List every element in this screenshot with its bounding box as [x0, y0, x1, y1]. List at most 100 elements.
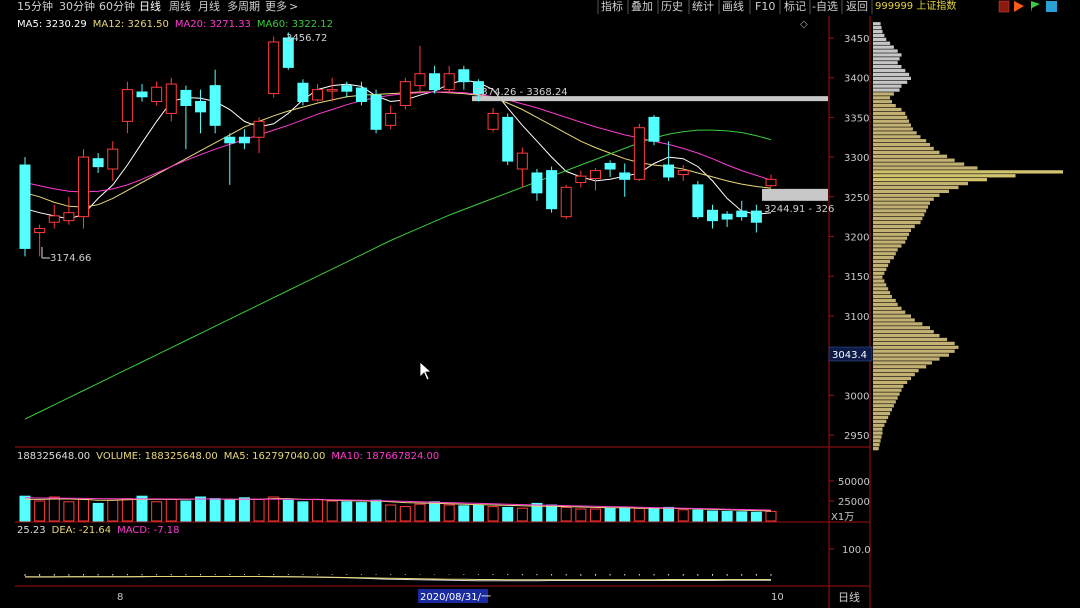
pdf-icon[interactable] — [998, 0, 1010, 13]
volume-bar — [414, 503, 426, 522]
candle-up — [487, 112, 499, 130]
flag-icon[interactable] — [1031, 1, 1040, 12]
volume-profile — [873, 22, 1063, 451]
period-footer-label[interactable]: 日线 — [838, 590, 860, 604]
tab-daily[interactable]: 日线 — [139, 0, 161, 13]
volume-bar — [502, 506, 514, 522]
high-price-label: 3456.72 — [286, 33, 327, 44]
history-button[interactable]: 历史 — [661, 0, 683, 13]
candle-down — [297, 82, 309, 103]
profile-bar — [873, 314, 911, 318]
profile-bar — [873, 162, 965, 166]
candle-up — [516, 152, 528, 170]
candle-up — [677, 170, 689, 176]
profile-bar — [873, 154, 948, 158]
profile-bar — [873, 49, 898, 53]
tab-more[interactable]: 更多 — [265, 0, 287, 13]
tab-monthly[interactable]: 月线 — [198, 0, 220, 13]
price-ma-legend: MA5: 3230.29 MA12: 3261.50 MA20: 3271.33 MA… — [17, 19, 333, 30]
back-button[interactable]: 返回 — [846, 0, 868, 13]
profile-bar — [873, 255, 894, 260]
profile-bar — [873, 263, 889, 268]
profile-bar — [873, 435, 882, 439]
legend-close-icon[interactable]: ◇ — [800, 19, 808, 30]
volume-value: 188325648.00 — [17, 451, 90, 462]
ma5-legend: MA5: 3230.29 — [17, 19, 87, 30]
volume-bar — [560, 506, 572, 522]
draw-line-button[interactable]: 画线 — [722, 0, 744, 13]
profile-bar — [873, 92, 894, 96]
profile-bar — [873, 415, 889, 420]
tab-15min[interactable]: 15分钟 — [17, 0, 53, 13]
candle-up — [589, 170, 601, 180]
candle-up — [414, 73, 426, 87]
profile-bar — [873, 84, 902, 88]
candle-down — [341, 85, 353, 92]
candle-down — [195, 101, 207, 113]
dea-legend: DEA: -21.64 — [52, 525, 111, 536]
ma60-line — [24, 129, 772, 420]
profile-bar — [873, 404, 894, 408]
play-icon[interactable] — [1014, 1, 1024, 12]
indicator-button[interactable]: 指标 — [601, 0, 623, 13]
volume-bar — [253, 498, 265, 522]
profile-bar — [873, 197, 934, 201]
candle-up — [121, 89, 133, 122]
profile-bar — [873, 291, 891, 295]
candle-down — [224, 136, 236, 144]
volume-bar — [575, 508, 587, 522]
profile-bar — [873, 139, 927, 143]
profile-bar — [873, 201, 930, 205]
candle-down — [721, 213, 733, 220]
ma20-line — [24, 91, 772, 193]
profile-bar — [873, 392, 900, 396]
candle-down — [531, 172, 543, 194]
profile-bar — [873, 142, 930, 147]
price-tick-label: 3150 — [844, 272, 869, 283]
profile-bar — [873, 220, 921, 225]
candle-down — [619, 172, 631, 180]
volume-tick-label: 50000 — [838, 477, 870, 488]
more-chevron-icon[interactable]: > — [289, 0, 298, 13]
profile-bar — [873, 388, 902, 392]
profile-bar — [873, 271, 885, 275]
profile-bar — [873, 115, 908, 119]
candle-down — [19, 164, 31, 249]
mark-button[interactable]: 标记 — [784, 0, 806, 13]
profile-bar — [873, 279, 885, 283]
tab-multi-period[interactable]: 多周期 — [227, 0, 260, 13]
statistics-button[interactable]: 统计 — [692, 0, 714, 13]
profile-bar — [873, 131, 917, 135]
volume-bar — [92, 502, 104, 522]
volume-bar — [63, 501, 75, 522]
tab-30min[interactable]: 30分钟 — [59, 0, 95, 13]
candle-down — [136, 91, 148, 98]
candle-down — [663, 164, 675, 178]
macd-tick-label: 100.0 — [842, 545, 871, 556]
stock-chart-canvas[interactable]: 15分钟 30分钟 60分钟 日线 周线 月线 多周期 更多 > 指标 叠加 历… — [0, 0, 1080, 608]
candle-up — [151, 86, 163, 103]
tab-weekly[interactable]: 周线 — [169, 0, 191, 13]
profile-bar — [873, 283, 887, 287]
tab-60min[interactable]: 60分钟 — [99, 0, 135, 13]
profile-bar — [873, 205, 929, 209]
candle-up — [78, 156, 90, 218]
candle-down — [736, 210, 748, 218]
candle-up — [560, 186, 572, 218]
overlay-button[interactable]: 叠加 — [631, 0, 653, 13]
candle-up — [48, 215, 60, 223]
volume-bar — [297, 501, 309, 522]
candle-down — [180, 89, 192, 106]
watchlist-button[interactable]: -自选 — [812, 0, 838, 13]
grid-icon[interactable] — [1046, 1, 1057, 12]
volume-label: VOLUME: 188325648.00 — [96, 451, 218, 462]
volume-bar — [268, 496, 280, 522]
profile-bar — [873, 322, 923, 326]
bottom-tick-left: 8 — [117, 592, 123, 603]
f10-button[interactable]: F10 — [755, 0, 775, 13]
profile-bar — [873, 127, 913, 131]
volume-bar — [472, 504, 484, 522]
volume-bar — [355, 502, 367, 522]
volume-bar — [399, 506, 411, 522]
volume-bar — [765, 510, 777, 522]
